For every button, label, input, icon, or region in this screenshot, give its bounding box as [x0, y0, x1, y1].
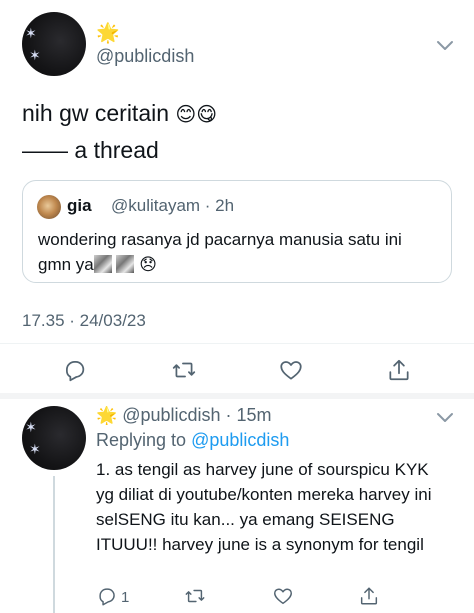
- heart-icon[interactable]: [278, 357, 304, 383]
- sad-emoji: 😞: [139, 255, 157, 274]
- reply-author-meta: 🌟 @publicdish · 15m: [96, 405, 272, 426]
- thread-connector-line: [53, 476, 55, 613]
- author-handle[interactable]: @publicdish: [96, 46, 194, 67]
- reply-author-avatar[interactable]: ✶ ✶: [22, 406, 86, 470]
- sparkle-icon: ✶: [29, 441, 41, 457]
- reply-author-handle[interactable]: @publicdish · 15m: [122, 405, 271, 425]
- smile-emojis: 😊😋: [175, 103, 218, 126]
- quoted-author-name: gia: [67, 196, 92, 215]
- share-icon[interactable]: [386, 357, 412, 383]
- chevron-down-icon[interactable]: [436, 40, 454, 52]
- reply-icon[interactable]: [96, 585, 118, 607]
- tweet-text-line-1: nih gw ceritain 😊😋: [22, 100, 218, 126]
- tweet-thread-page: ✶ ✶ 🌟 @publicdish nih gw ceritain 😊😋 —— …: [0, 0, 474, 613]
- sparkle-icon: ✶: [29, 47, 41, 63]
- tweet-text-line-2: —— a thread: [22, 137, 159, 163]
- retweet-icon[interactable]: [184, 585, 206, 607]
- chevron-down-icon[interactable]: [436, 412, 454, 424]
- quoted-tweet-card[interactable]: gia @kulitayam · 2h wondering rasanya jd…: [22, 180, 452, 283]
- sparkle-icon: ✶: [25, 419, 37, 435]
- heart-icon[interactable]: [272, 585, 294, 607]
- photo-emoji: [93, 255, 112, 273]
- photo-emoji: [116, 255, 135, 273]
- star-badge-emoji: 🌟: [96, 406, 118, 425]
- section-separator: [0, 393, 474, 399]
- quoted-tweet-text: wondering rasanya jd pacarnya manusia sa…: [38, 230, 402, 274]
- author-avatar[interactable]: ✶ ✶: [22, 12, 86, 76]
- tweet-timestamp[interactable]: 17.35 · 24/03/23: [22, 311, 146, 331]
- quoted-author-avatar: [37, 195, 61, 219]
- retweet-icon[interactable]: [171, 357, 197, 383]
- quoted-author-handle: @kulitayam · 2h: [111, 196, 235, 215]
- share-icon[interactable]: [358, 585, 380, 607]
- reply-tweet-text: 1. as tengil as harvey june of sourspicu…: [96, 460, 432, 554]
- replying-to-handle-link[interactable]: @publicdish: [191, 430, 289, 450]
- divider: [0, 343, 474, 344]
- replying-to: Replying to @publicdish: [96, 430, 290, 450]
- reply-count: 1: [121, 589, 130, 606]
- sparkle-icon: ✶: [25, 25, 37, 41]
- star-badge-emoji: 🌟: [96, 23, 120, 44]
- reply-icon[interactable]: [62, 357, 88, 383]
